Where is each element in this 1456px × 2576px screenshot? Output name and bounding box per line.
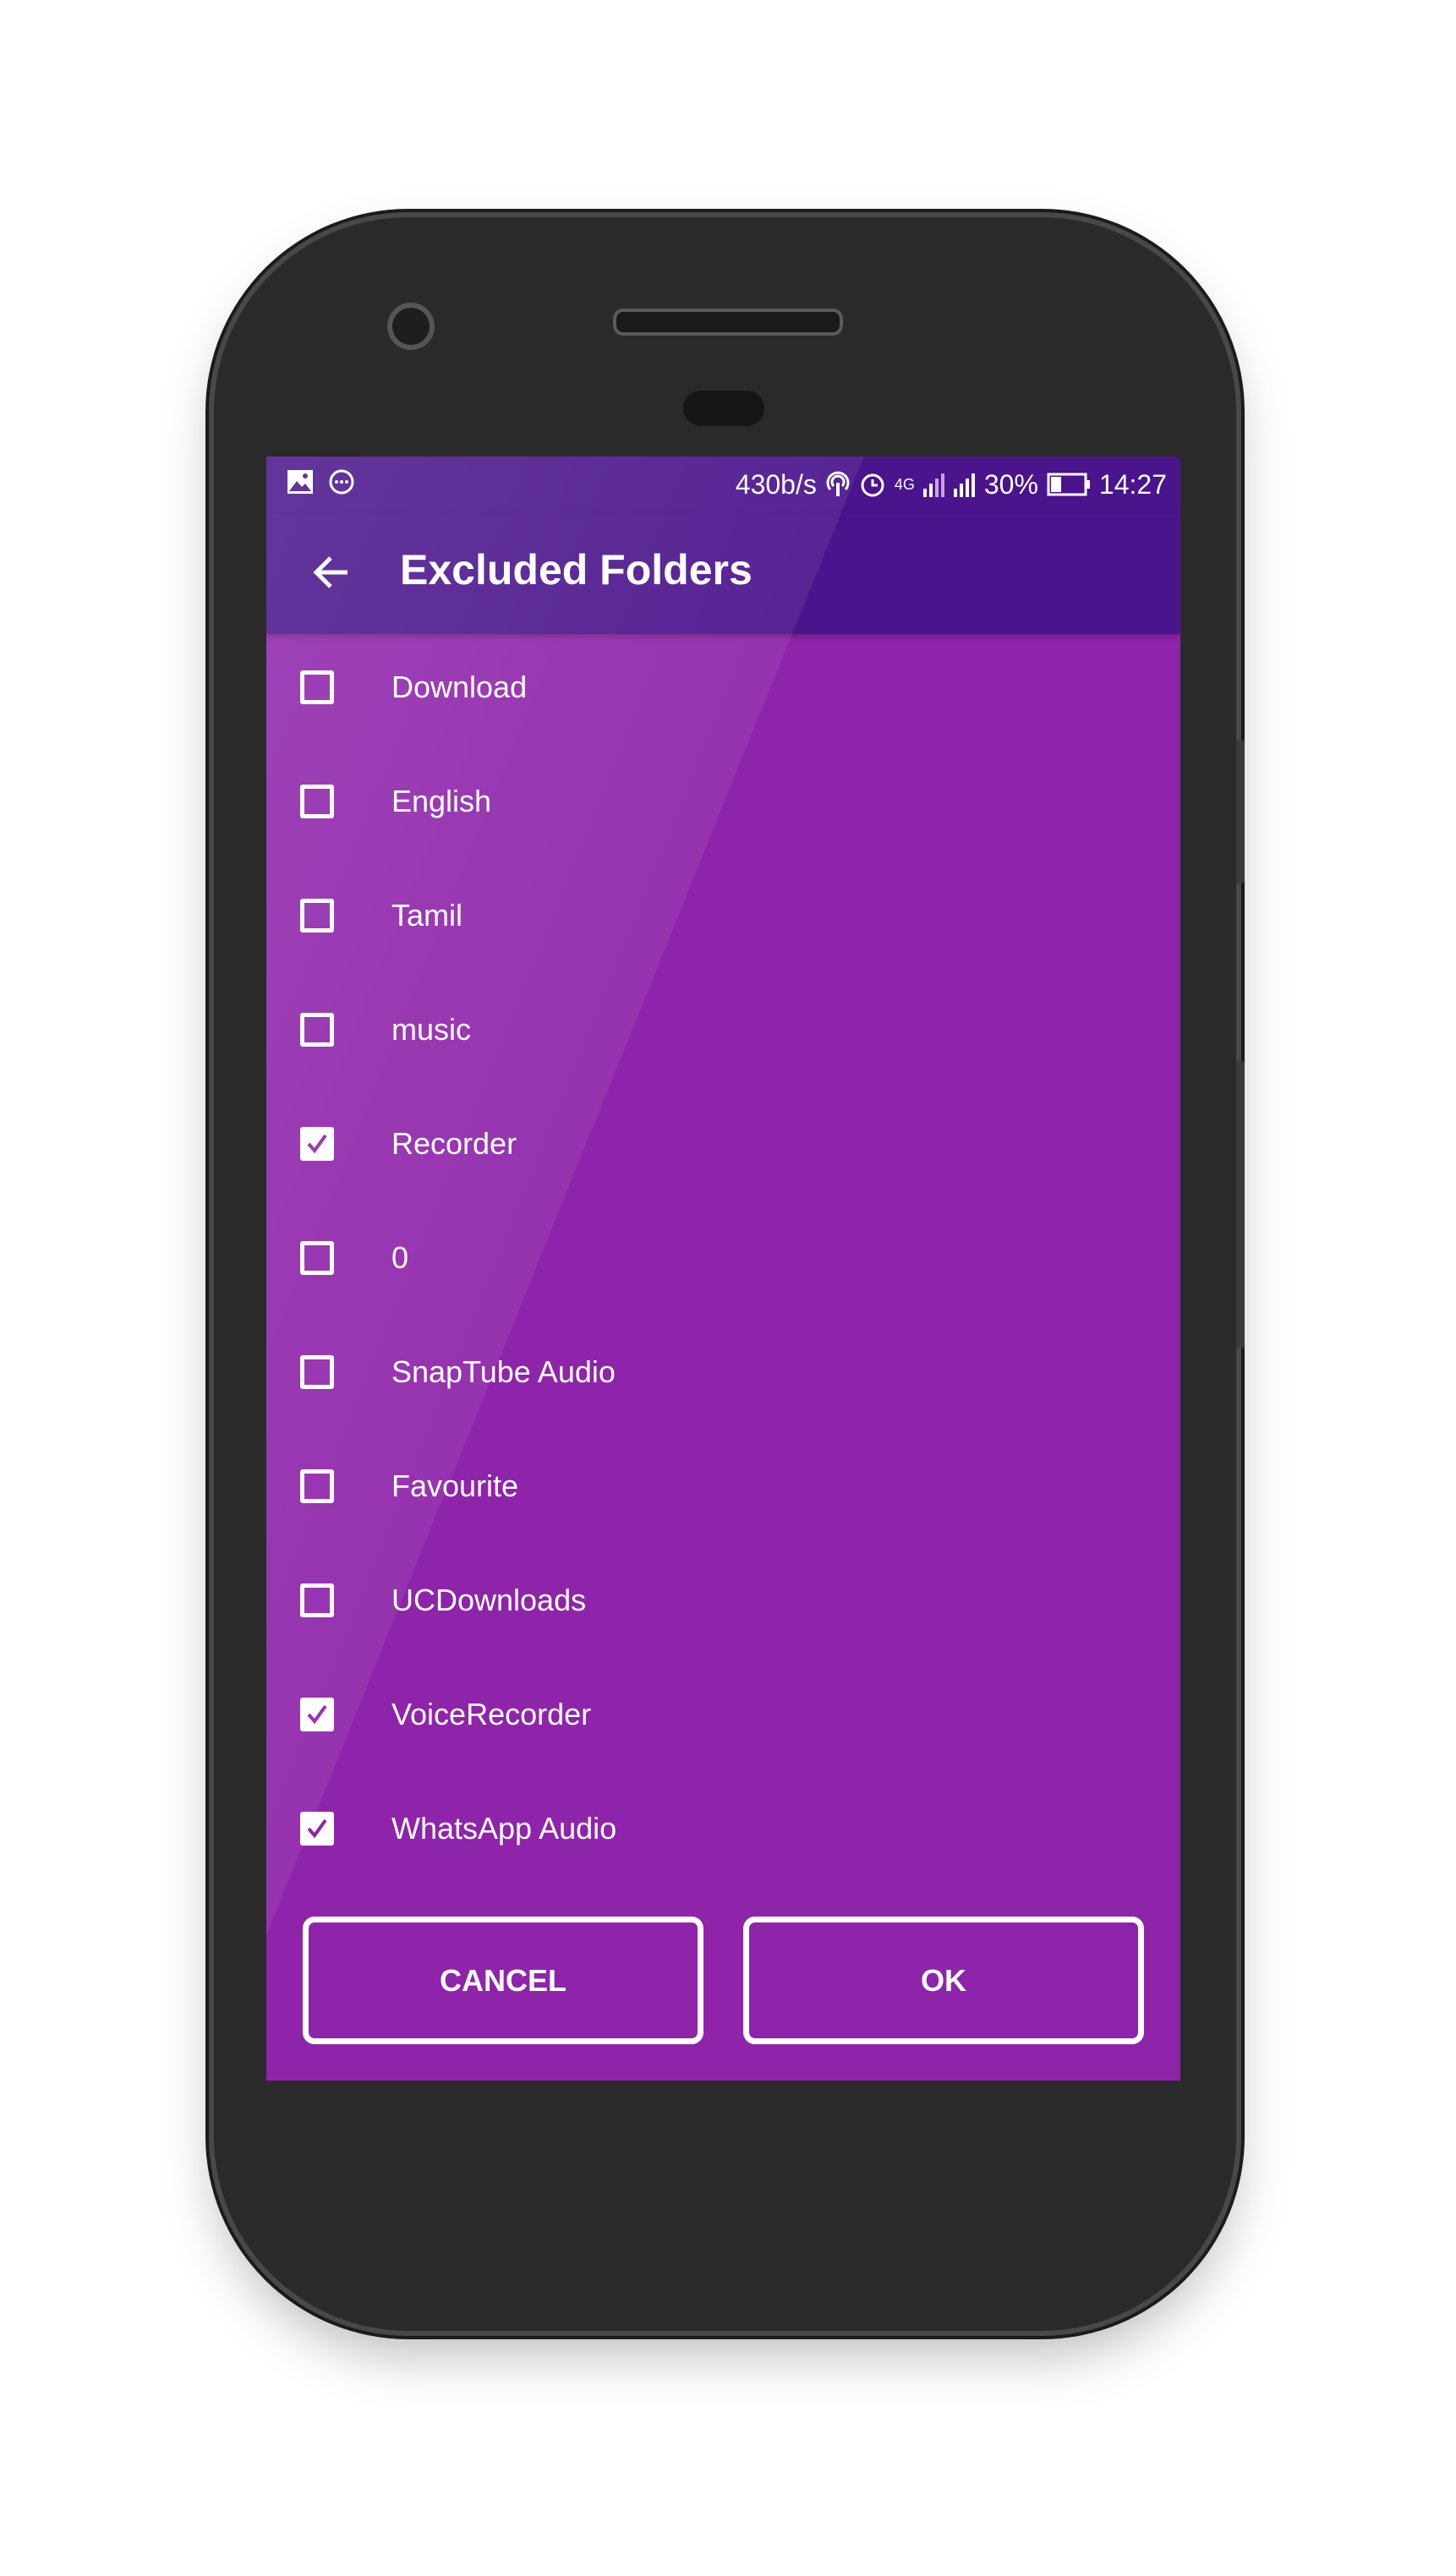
checkbox[interactable] bbox=[300, 1241, 334, 1275]
front-camera bbox=[387, 303, 435, 350]
folder-label: Tamil bbox=[391, 898, 463, 933]
checkbox[interactable] bbox=[300, 1812, 334, 1846]
folder-label: UCDownloads bbox=[391, 1583, 587, 1617]
image-icon bbox=[287, 470, 313, 494]
check-icon bbox=[307, 1704, 327, 1725]
checkbox[interactable] bbox=[300, 899, 334, 933]
check-icon bbox=[307, 1134, 327, 1154]
checkbox[interactable] bbox=[300, 785, 334, 818]
checkbox[interactable] bbox=[300, 1469, 334, 1503]
folder-label: 0 bbox=[391, 1240, 409, 1275]
cancel-button[interactable]: CANCEL bbox=[303, 1917, 703, 2044]
power-button bbox=[1236, 1061, 1245, 1348]
folder-label: music bbox=[391, 1012, 472, 1047]
folder-item[interactable]: VoiceRecorder bbox=[266, 1661, 1180, 1775]
earpiece-speaker bbox=[613, 309, 843, 336]
hotspot-icon bbox=[826, 471, 850, 496]
page-title: Excluded Folders bbox=[400, 546, 753, 593]
folder-item[interactable]: Favourite bbox=[266, 1433, 1180, 1547]
folder-item[interactable]: Tamil bbox=[266, 862, 1180, 976]
folder-label: SnapTube Audio bbox=[391, 1354, 616, 1389]
folder-item[interactable]: music bbox=[266, 976, 1180, 1091]
folder-item[interactable]: Download bbox=[266, 634, 1180, 748]
check-icon bbox=[307, 1819, 327, 1839]
arrow-left-icon[interactable] bbox=[307, 547, 358, 598]
volume-button bbox=[1236, 740, 1245, 883]
more-circle-icon bbox=[329, 469, 354, 495]
signal-icon bbox=[953, 473, 975, 497]
screen: 430b/s 4G 30% 14:27 Excluded Folders Dow… bbox=[266, 457, 1180, 2081]
checkbox[interactable] bbox=[300, 1013, 334, 1047]
checkbox[interactable] bbox=[300, 1127, 334, 1161]
app-bar: Excluded Folders bbox=[266, 513, 1180, 634]
folder-label: WhatsApp Audio bbox=[391, 1811, 617, 1846]
ok-button[interactable]: OK bbox=[743, 1917, 1144, 2044]
folder-item[interactable]: UCDownloads bbox=[266, 1547, 1180, 1661]
clock: 14:27 bbox=[1098, 468, 1167, 500]
folder-item[interactable]: Recorder bbox=[266, 1091, 1180, 1205]
folder-item[interactable]: SnapTube Audio bbox=[266, 1319, 1180, 1433]
network-type: 4G bbox=[894, 475, 915, 493]
folder-list: Download English Tamil music Recorder 0 SnapTu… bbox=[266, 634, 1180, 1865]
folder-label: VoiceRecorder bbox=[391, 1697, 592, 1731]
checkbox[interactable] bbox=[300, 1583, 334, 1617]
checkbox[interactable] bbox=[300, 1355, 334, 1389]
folder-label: Favourite bbox=[391, 1468, 519, 1503]
proximity-sensor bbox=[683, 391, 764, 426]
status-bar: 430b/s 4G 30% 14:27 bbox=[266, 457, 1180, 513]
folder-item[interactable]: WhatsApp Audio bbox=[266, 1775, 1180, 1865]
folder-label: Recorder bbox=[391, 1126, 517, 1161]
folder-label: English bbox=[391, 784, 492, 818]
net-speed: 430b/s bbox=[735, 468, 817, 500]
battery-icon bbox=[1047, 473, 1090, 496]
folder-item[interactable]: English bbox=[266, 748, 1180, 862]
folder-label: Download bbox=[391, 670, 528, 704]
checkbox[interactable] bbox=[300, 1698, 334, 1731]
folder-item[interactable]: 0 bbox=[266, 1205, 1180, 1319]
battery-percent: 30% bbox=[983, 468, 1038, 500]
checkbox[interactable] bbox=[300, 670, 334, 704]
signal-icon bbox=[922, 473, 944, 497]
alarm-icon bbox=[861, 473, 884, 497]
